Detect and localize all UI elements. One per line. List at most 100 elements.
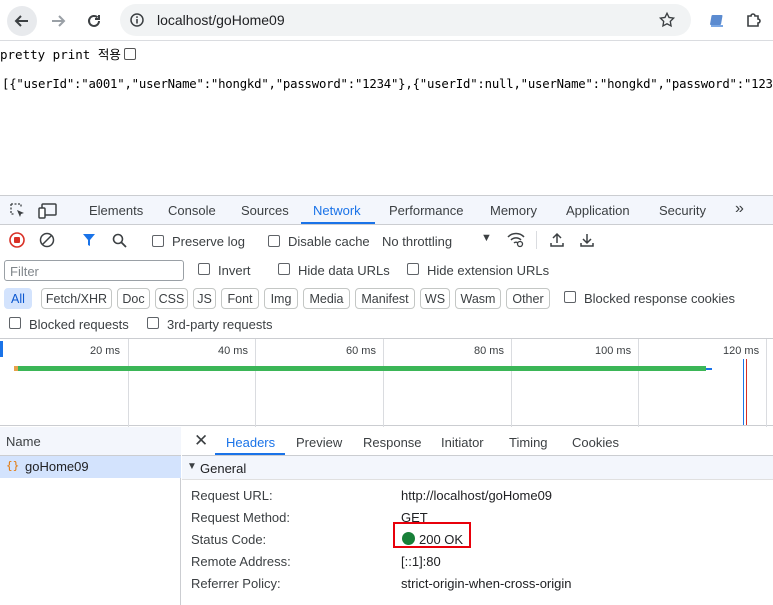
request-name: goHome09: [25, 459, 89, 474]
general-section-header[interactable]: ▼ General: [182, 456, 773, 480]
pretty-print-checkbox[interactable]: [123, 48, 136, 60]
load-event-marker: [746, 359, 747, 425]
disable-cache-label: Disable cache: [288, 234, 370, 249]
active-tab-indicator: [301, 222, 375, 224]
search-icon[interactable]: [111, 232, 127, 248]
name-column-header[interactable]: Name: [0, 427, 181, 456]
third-party-requests-checkbox[interactable]: [147, 317, 159, 329]
tab-security[interactable]: Security: [659, 203, 706, 218]
tab-initiator[interactable]: Initiator: [441, 435, 484, 450]
request-details-area: Name {} goHome09 ✕ Headers Preview Respo…: [0, 427, 773, 605]
import-har-icon[interactable]: [548, 231, 566, 249]
tab-application[interactable]: Application: [566, 203, 630, 218]
tab-memory[interactable]: Memory: [490, 203, 537, 218]
filter-input[interactable]: Filter: [4, 260, 184, 281]
network-overview-timeline[interactable]: 20 ms 40 ms 60 ms 80 ms 100 ms 120 ms: [0, 338, 773, 427]
gridline: [128, 339, 129, 427]
close-icon[interactable]: ✕: [194, 431, 208, 451]
inspect-element-icon[interactable]: [9, 202, 27, 220]
timeline-tick: 60 ms: [346, 345, 376, 357]
tab-timing[interactable]: Timing: [509, 435, 548, 450]
hide-data-urls-checkbox[interactable]: [278, 263, 290, 275]
filter-funnel-icon[interactable]: [81, 232, 97, 248]
preserve-log-checkbox[interactable]: [152, 235, 164, 247]
bookmark-star-icon[interactable]: [658, 11, 676, 29]
waterfall-download-segment: [706, 368, 712, 370]
tab-preview[interactable]: Preview: [296, 435, 342, 450]
filter-placeholder: Filter: [10, 264, 39, 279]
tab-response[interactable]: Response: [363, 435, 422, 450]
chip-media[interactable]: Media: [303, 288, 350, 309]
tab-network[interactable]: Network: [313, 203, 361, 218]
extension-app-icon[interactable]: [706, 10, 728, 32]
request-detail-panel: ✕ Headers Preview Response Initiator Tim…: [182, 427, 773, 605]
gridline: [511, 339, 512, 427]
url-text: localhost/goHome09: [157, 12, 285, 28]
tab-performance[interactable]: Performance: [389, 203, 463, 218]
clear-icon[interactable]: [39, 232, 55, 248]
timeline-tick: 40 ms: [218, 345, 248, 357]
chip-fetch-xhr[interactable]: Fetch/XHR: [41, 288, 112, 309]
tab-console[interactable]: Console: [168, 203, 216, 218]
throttling-dropdown-icon[interactable]: ▼: [481, 232, 492, 244]
address-bar[interactable]: localhost/goHome09: [120, 4, 691, 36]
tab-headers[interactable]: Headers: [226, 435, 275, 450]
gridline: [638, 339, 639, 427]
chip-font[interactable]: Font: [221, 288, 259, 309]
tab-elements[interactable]: Elements: [89, 203, 143, 218]
reload-button[interactable]: [79, 6, 109, 36]
pretty-print-label: pretty print 적용: [0, 47, 121, 62]
chip-css[interactable]: CSS: [155, 288, 188, 309]
device-toolbar-icon[interactable]: [37, 202, 59, 220]
extensions-puzzle-icon[interactable]: [743, 9, 765, 31]
active-detail-tab-indicator: [215, 453, 285, 455]
hide-extension-urls-label: Hide extension URLs: [427, 263, 550, 278]
request-row[interactable]: {} goHome09: [0, 456, 181, 478]
chip-wasm[interactable]: Wasm: [455, 288, 501, 309]
remote-address-value: [::1]:80: [401, 554, 441, 569]
request-method-label: Request Method:: [191, 510, 291, 525]
timeline-tick: 120 ms: [723, 345, 760, 357]
hide-extension-urls-checkbox[interactable]: [407, 263, 419, 275]
invert-checkbox[interactable]: [198, 263, 210, 275]
remote-address-label: Remote Address:: [191, 554, 291, 569]
request-list: Name {} goHome09: [0, 427, 181, 605]
record-stop-icon[interactable]: [9, 232, 25, 248]
timeline-tick: 80 ms: [474, 345, 504, 357]
json-file-icon: {}: [6, 459, 20, 472]
chip-other[interactable]: Other: [506, 288, 550, 309]
forward-button[interactable]: [43, 6, 73, 36]
name-header-label: Name: [6, 434, 41, 449]
referrer-policy-label: Referrer Policy:: [191, 576, 281, 591]
tab-sources[interactable]: Sources: [241, 203, 289, 218]
waterfall-bar: [18, 366, 706, 371]
tab-cookies[interactable]: Cookies: [572, 435, 619, 450]
toolbar-divider: [536, 231, 537, 249]
throttling-select[interactable]: No throttling: [382, 234, 452, 249]
invert-label: Invert: [218, 263, 251, 278]
chip-img[interactable]: Img: [264, 288, 298, 309]
chip-doc[interactable]: Doc: [117, 288, 150, 309]
network-conditions-icon[interactable]: [507, 231, 525, 249]
reload-icon: [88, 14, 100, 27]
general-label: General: [200, 461, 247, 476]
chip-manifest[interactable]: Manifest: [355, 288, 415, 309]
devtools-tabbar: Elements Console Sources Network Perform…: [0, 196, 773, 225]
gridline: [383, 339, 384, 427]
blocked-requests-label: Blocked requests: [29, 317, 129, 332]
third-party-requests-label: 3rd-party requests: [167, 317, 273, 332]
blocked-response-cookies-checkbox[interactable]: [564, 291, 576, 303]
timeline-start-handle[interactable]: [0, 341, 3, 357]
chip-all[interactable]: All: [4, 288, 32, 309]
disable-cache-checkbox[interactable]: [268, 235, 280, 247]
chip-ws[interactable]: WS: [420, 288, 450, 309]
chip-js[interactable]: JS: [193, 288, 216, 309]
status-ok-dot-icon: [402, 532, 415, 545]
referrer-policy-value: strict-origin-when-cross-origin: [401, 576, 572, 591]
forward-arrow-icon: [52, 15, 66, 27]
site-info-icon[interactable]: [130, 13, 144, 27]
blocked-requests-checkbox[interactable]: [9, 317, 21, 329]
export-har-icon[interactable]: [578, 231, 596, 249]
back-button[interactable]: [7, 6, 37, 36]
more-tabs-chevron-icon[interactable]: »: [735, 200, 744, 218]
